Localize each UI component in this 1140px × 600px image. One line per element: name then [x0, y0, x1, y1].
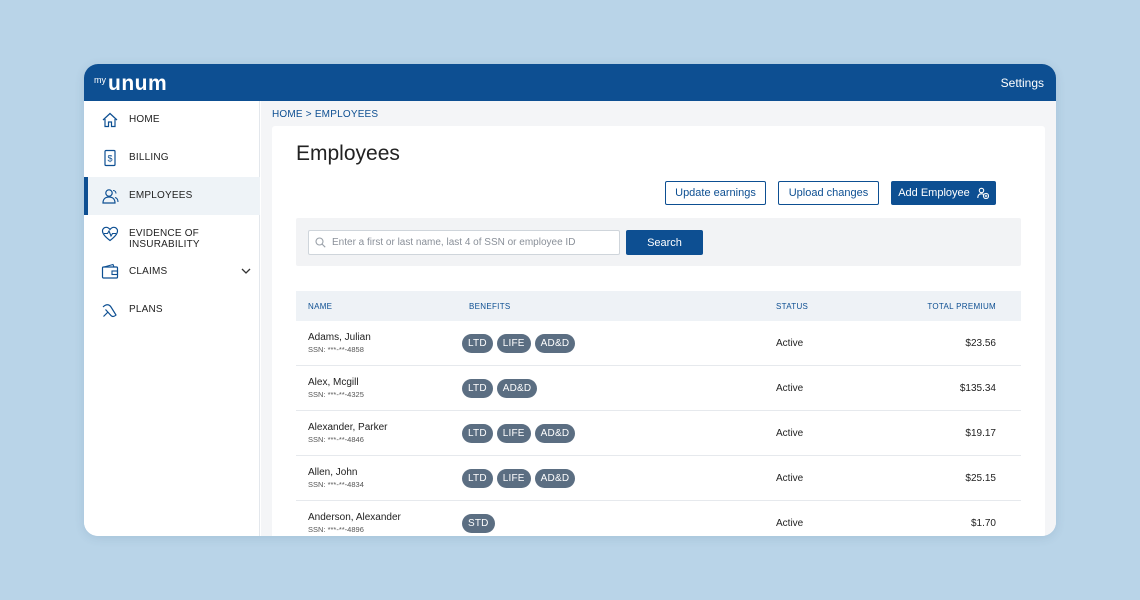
- billing-icon: $: [104, 149, 116, 167]
- app-window: my unum Settings HOME $ BILLING EMPLOYEE…: [84, 64, 1056, 536]
- employee-name[interactable]: Adams, Julian: [308, 332, 371, 343]
- column-header-benefits: BENEFITS: [469, 302, 511, 311]
- table-row[interactable]: Alex, Mcgill SSN: ***-**-4325 LTD AD&D A…: [296, 366, 1021, 411]
- employee-name[interactable]: Alex, Mcgill: [308, 377, 359, 388]
- table-row[interactable]: Adams, Julian SSN: ***-**-4858 LTD LIFE …: [296, 321, 1021, 366]
- search-icon: [315, 237, 326, 248]
- benefit-chip: AD&D: [534, 424, 576, 443]
- benefit-chip: LIFE: [496, 424, 531, 443]
- employee-ssn: SSN: ***-**-4858: [308, 345, 364, 354]
- sidebar-item-billing[interactable]: $ BILLING: [84, 139, 260, 177]
- upload-changes-button[interactable]: Upload changes: [778, 181, 879, 205]
- employee-ssn: SSN: ***-**-4834: [308, 480, 364, 489]
- top-bar: my unum Settings: [84, 64, 1056, 101]
- logo-name: unum: [108, 72, 168, 95]
- benefit-chip: AD&D: [534, 469, 576, 488]
- add-employee-label: Add Employee: [898, 187, 970, 199]
- employee-status: Active: [776, 383, 804, 394]
- employee-ssn: SSN: ***-**-4846: [308, 435, 364, 444]
- total-premium: $23.56: [965, 338, 996, 349]
- column-header-status[interactable]: STATUS: [776, 302, 808, 311]
- breadcrumb-current: EMPLOYEES: [314, 109, 379, 120]
- total-premium: $19.17: [965, 428, 996, 439]
- benefit-chip: STD: [462, 514, 495, 533]
- logo-prefix: my: [94, 75, 106, 85]
- search-button[interactable]: Search: [626, 230, 703, 255]
- search-bar: Search: [296, 218, 1021, 266]
- svg-text:$: $: [107, 154, 112, 164]
- breadcrumb: HOME > EMPLOYEES: [272, 109, 378, 120]
- total-premium: $135.34: [959, 383, 996, 394]
- employee-status: Active: [776, 338, 804, 349]
- column-header-total-premium[interactable]: TOTAL PREMIUM: [927, 302, 996, 311]
- benefit-chips: LTD AD&D: [462, 379, 538, 398]
- sidebar-item-label: PLANS: [129, 304, 163, 315]
- page-title: Employees: [296, 142, 400, 165]
- sidebar-item-claims[interactable]: CLAIMS: [84, 253, 260, 291]
- plans-icon: [102, 304, 117, 318]
- employees-panel: Employees Update earnings Upload changes…: [272, 126, 1045, 536]
- benefit-chips: STD: [462, 514, 495, 533]
- employee-ssn: SSN: ***-**-4325: [308, 390, 364, 399]
- benefit-chip: LTD: [462, 424, 493, 443]
- sidebar-item-evidence-of-insurability[interactable]: EVIDENCE OF INSURABILITY: [84, 215, 260, 253]
- benefit-chips: LTD LIFE AD&D: [462, 424, 576, 443]
- wallet-icon: [101, 263, 119, 279]
- add-user-icon: [977, 187, 989, 199]
- employee-status: Active: [776, 428, 804, 439]
- employee-status: Active: [776, 473, 804, 484]
- sidebar-item-label: CLAIMS: [129, 266, 168, 277]
- benefit-chips: LTD LIFE AD&D: [462, 334, 576, 353]
- table-header: NAME BENEFITS STATUS TOTAL PREMIUM: [296, 291, 1021, 321]
- benefit-chips: LTD LIFE AD&D: [462, 469, 576, 488]
- total-premium: $1.70: [970, 518, 996, 529]
- total-premium: $25.15: [965, 473, 996, 484]
- home-icon: [102, 112, 118, 128]
- benefit-chip: LTD: [462, 334, 493, 353]
- column-header-name[interactable]: NAME: [308, 302, 332, 311]
- breadcrumb-home-link[interactable]: HOME: [272, 109, 303, 120]
- employee-name[interactable]: Alexander, Parker: [308, 422, 388, 433]
- sidebar-item-home[interactable]: HOME: [84, 101, 260, 139]
- breadcrumb-separator: >: [302, 109, 315, 120]
- employee-status: Active: [776, 518, 804, 529]
- benefit-chip: LIFE: [496, 469, 531, 488]
- sidebar-item-employees[interactable]: EMPLOYEES: [84, 177, 260, 215]
- employee-name[interactable]: Allen, John: [308, 467, 357, 478]
- sidebar: HOME $ BILLING EMPLOYEES EVIDENCE OF INS…: [84, 101, 260, 536]
- table-row[interactable]: Anderson, Alexander SSN: ***-**-4896 STD…: [296, 501, 1021, 536]
- employee-ssn: SSN: ***-**-4896: [308, 525, 364, 534]
- table-row[interactable]: Allen, John SSN: ***-**-4834 LTD LIFE AD…: [296, 456, 1021, 501]
- benefit-chip: LIFE: [496, 334, 531, 353]
- sidebar-item-label: BILLING: [129, 152, 169, 163]
- sidebar-item-label: HOME: [129, 114, 160, 125]
- sidebar-item-label: EMPLOYEES: [129, 190, 193, 201]
- brand-logo[interactable]: my unum: [94, 71, 167, 95]
- main-content: HOME > EMPLOYEES Employees Update earnin…: [261, 101, 1056, 536]
- add-employee-button[interactable]: Add Employee: [891, 181, 996, 205]
- settings-link[interactable]: Settings: [1001, 76, 1044, 90]
- search-field[interactable]: [308, 230, 620, 255]
- benefit-chip: LTD: [462, 379, 493, 398]
- sidebar-item-plans[interactable]: PLANS: [84, 291, 260, 329]
- sidebar-item-label: EVIDENCE OF INSURABILITY: [129, 228, 200, 250]
- benefit-chip: AD&D: [496, 379, 538, 398]
- employee-name[interactable]: Anderson, Alexander: [308, 512, 401, 523]
- search-input[interactable]: [332, 231, 617, 254]
- chevron-down-icon[interactable]: [241, 266, 251, 276]
- heart-pulse-icon: [101, 226, 119, 242]
- employees-icon: [102, 189, 119, 204]
- benefit-chip: AD&D: [534, 334, 576, 353]
- benefit-chip: LTD: [462, 469, 493, 488]
- table-row[interactable]: Alexander, Parker SSN: ***-**-4846 LTD L…: [296, 411, 1021, 456]
- update-earnings-button[interactable]: Update earnings: [665, 181, 766, 205]
